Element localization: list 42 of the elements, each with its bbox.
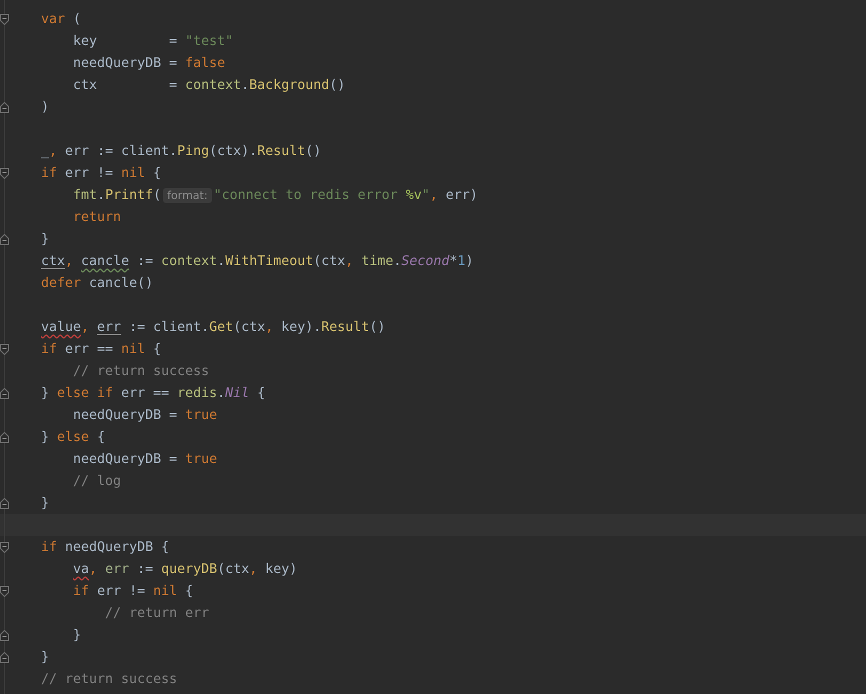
code-text: } <box>41 496 50 510</box>
code-text: ctx, cancle := context.WithTimeout(ctx, time.Second*1) <box>41 254 474 268</box>
code-text: } else { <box>41 430 106 444</box>
fold-icon[interactable] <box>0 630 9 640</box>
code-text: ctx = context.Background() <box>72 78 346 92</box>
code-text: // return success <box>41 672 178 686</box>
code-text: needQueryDB = false <box>72 56 226 70</box>
fold-icon[interactable] <box>0 542 9 552</box>
code-text: var ( <box>41 12 82 26</box>
code-text: "connect to redis error %v", err) <box>214 188 478 202</box>
code-text: return <box>72 210 122 224</box>
code-text: } <box>41 650 50 664</box>
code-text: if needQueryDB { <box>41 540 170 554</box>
fold-icon[interactable] <box>0 102 9 112</box>
fold-icon[interactable] <box>0 388 9 398</box>
code-text: defer cancle() <box>41 276 154 290</box>
code-text: fmt.Printf( <box>72 188 162 202</box>
inlay-hint: format: <box>163 188 212 202</box>
code-text: value, err := client.Get(ctx, key).Result() <box>41 320 386 334</box>
code-text: // return err <box>104 606 210 620</box>
code-text: // return success <box>72 364 210 378</box>
code-text: ) <box>41 100 50 114</box>
code-text: } <box>72 628 82 642</box>
code-text: if err != nil { <box>41 166 162 180</box>
code-text: needQueryDB = true <box>72 452 218 466</box>
code-text: // log <box>72 474 122 488</box>
fold-icon[interactable] <box>0 586 9 596</box>
fold-icon[interactable] <box>0 344 9 354</box>
code-text: _, err := client.Ping(ctx).Result() <box>41 144 322 158</box>
fold-icon[interactable] <box>0 652 9 662</box>
code-text: if err != nil { <box>72 584 194 598</box>
code-text: } <box>41 232 50 246</box>
fold-icon[interactable] <box>0 498 9 508</box>
code-text: } else if err == redis.Nil { <box>41 386 266 400</box>
fold-icon[interactable] <box>0 14 9 24</box>
fold-icon[interactable] <box>0 168 9 178</box>
fold-icon[interactable] <box>0 234 9 244</box>
code-text: key = "test" <box>72 34 234 48</box>
fold-icon[interactable] <box>0 432 9 442</box>
code-text: va, err := queryDB(ctx, key) <box>72 562 298 576</box>
code-text: if err == nil { <box>41 342 162 356</box>
code-text: needQueryDB = true <box>72 408 218 422</box>
